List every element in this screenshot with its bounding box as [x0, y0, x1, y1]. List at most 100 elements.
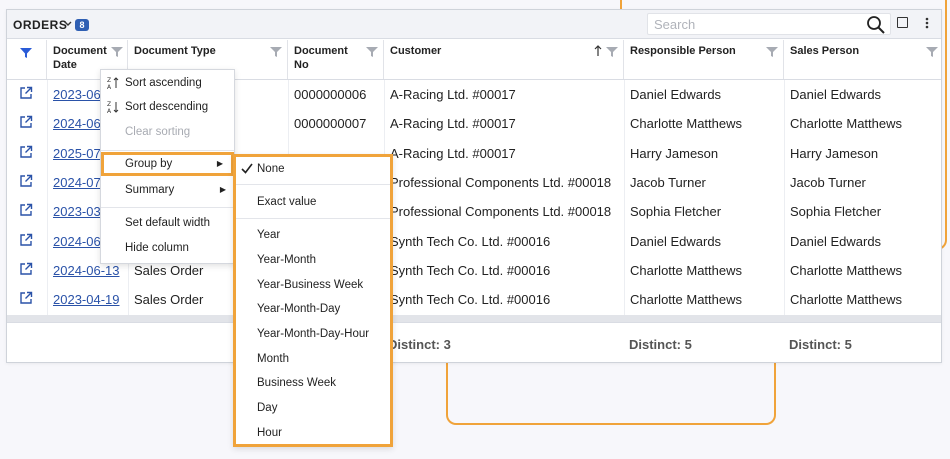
cell-customer: Synth Tech Co. Ltd. #00016: [390, 263, 551, 278]
colhead-document-no[interactable]: Document No: [288, 40, 384, 80]
cell-customer: A-Racing Ltd. #00017: [390, 87, 516, 102]
cell-document-date[interactable]: 2024-06: [53, 116, 101, 131]
cell-sales-person: Jacob Turner: [790, 175, 866, 190]
cell-customer: A-Racing Ltd. #00017: [390, 146, 516, 161]
cell-sales-person: Daniel Edwards: [790, 234, 882, 249]
menu-divider: [236, 218, 390, 219]
column-label: Document No: [294, 45, 348, 71]
column-label: Customer: [390, 45, 442, 57]
open-record-icon[interactable]: [19, 203, 33, 217]
svg-text:A: A: [107, 84, 112, 90]
filter-icon[interactable]: [111, 46, 123, 58]
menu-sort-ascending[interactable]: Z A Sort ascending: [101, 71, 234, 95]
submenu-arrow-icon: ▶: [216, 159, 223, 168]
colhead-responsible-person[interactable]: Responsible Person: [624, 40, 784, 80]
group-by-business-week[interactable]: Business Week: [236, 371, 390, 395]
column-label: Document Date: [53, 45, 107, 71]
fullscreen-icon[interactable]: [897, 17, 908, 28]
count-badge: 8: [75, 19, 89, 31]
cell-document-date[interactable]: 2023-04-19: [53, 292, 120, 307]
svg-text:Z: Z: [107, 77, 111, 84]
search-icon[interactable]: [866, 15, 886, 35]
filter-icon[interactable]: [926, 46, 938, 58]
chevron-down-icon[interactable]: [63, 17, 73, 31]
cell-sales-person: Harry Jameson: [790, 146, 879, 161]
group-by-exact-value[interactable]: Exact value: [236, 190, 390, 214]
sort-ascending-icon[interactable]: [594, 45, 602, 57]
cell-document-no: 0000000007: [294, 116, 367, 131]
cell-responsible-person: Sophia Fletcher: [630, 204, 722, 219]
cell-document-date[interactable]: 2023-06: [53, 87, 101, 102]
menu-divider: [236, 184, 390, 185]
sort-ascending-icon: Z A: [107, 77, 119, 90]
column-label: Document Type: [134, 45, 216, 57]
group-by-year-month-day[interactable]: Year-Month-Day: [236, 297, 390, 321]
cell-document-date[interactable]: 2023-03: [53, 204, 101, 219]
open-record-icon[interactable]: [19, 174, 33, 188]
open-record-icon[interactable]: [19, 115, 33, 129]
cell-responsible-person: Charlotte Matthews: [630, 292, 742, 307]
summary-customer: Distinct: 3: [388, 337, 451, 352]
menu-summary[interactable]: Summary ▶: [101, 178, 234, 202]
cell-responsible-person: Daniel Edwards: [630, 234, 722, 249]
cell-customer: Professional Components Ltd. #00018: [390, 175, 612, 190]
menu-group-by[interactable]: Group by ▶: [101, 152, 234, 176]
cell-document-date[interactable]: 2024-07: [53, 175, 101, 190]
filter-icon[interactable]: [366, 46, 378, 58]
colhead-sales-person[interactable]: Sales Person: [784, 40, 941, 80]
cell-document-date[interactable]: 2024-06: [53, 234, 101, 249]
group-by-submenu: None Exact value Year Year-Month Year-Bu…: [233, 154, 393, 447]
open-record-icon[interactable]: [19, 145, 33, 159]
open-record-icon[interactable]: [19, 291, 33, 305]
menu-sort-descending[interactable]: Z A Sort descending: [101, 95, 234, 119]
filter-icon[interactable]: [766, 46, 778, 58]
group-by-year-month[interactable]: Year-Month: [236, 248, 390, 272]
grid-title: ORDERS: [13, 18, 68, 32]
cell-responsible-person: Jacob Turner: [630, 175, 706, 190]
group-by-none[interactable]: None: [236, 157, 390, 181]
menu-clear-sorting: Clear sorting: [101, 120, 234, 144]
search-input[interactable]: [648, 14, 858, 34]
menu-hide-column[interactable]: Hide column: [101, 236, 234, 260]
cell-sales-person: Charlotte Matthews: [790, 263, 902, 278]
sort-descending-icon: Z A: [107, 101, 119, 114]
summary-sales-person: Distinct: 5: [789, 337, 852, 352]
group-by-year-business-week[interactable]: Year-Business Week: [236, 273, 390, 297]
cell-document-date[interactable]: 2024-06-13: [53, 263, 120, 278]
submenu-item-label: Year-Month-Day: [257, 303, 341, 315]
group-by-month[interactable]: Month: [236, 347, 390, 371]
submenu-arrow-icon: ▶: [219, 185, 226, 194]
cell-document-no: 0000000006: [294, 87, 367, 102]
submenu-item-label: Month: [257, 353, 289, 365]
menu-divider: [101, 207, 234, 208]
more-options-icon[interactable]: [924, 16, 930, 30]
cell-sales-person: Charlotte Matthews: [790, 116, 902, 131]
table-row[interactable]: 2023-04-19 Sales Order Synth Tech Co. Ltd.…: [7, 285, 941, 314]
group-by-hour[interactable]: Hour: [236, 421, 390, 445]
colhead-filter[interactable]: [7, 40, 47, 80]
menu-item-label: Clear sorting: [125, 126, 191, 138]
horizontal-scrollbar[interactable]: [7, 315, 941, 322]
group-by-day[interactable]: Day: [236, 396, 390, 420]
menu-set-default-width[interactable]: Set default width: [101, 211, 234, 235]
filter-icon[interactable]: [606, 46, 618, 58]
cell-customer: A-Racing Ltd. #00017: [390, 116, 516, 131]
cell-customer: Professional Components Ltd. #00018: [390, 204, 612, 219]
filter-active-icon[interactable]: [19, 46, 33, 60]
submenu-item-label: Exact value: [257, 196, 317, 208]
colhead-customer[interactable]: Customer: [384, 40, 624, 80]
cell-customer: Synth Tech Co. Ltd. #00016: [390, 234, 551, 249]
group-by-year[interactable]: Year: [236, 223, 390, 247]
submenu-item-label: None: [257, 163, 285, 175]
cell-sales-person: Sophia Fletcher: [790, 204, 882, 219]
check-icon: [241, 163, 253, 174]
filter-icon[interactable]: [270, 46, 282, 58]
open-record-icon[interactable]: [19, 262, 33, 276]
cell-document-date[interactable]: 2025-07: [53, 146, 101, 161]
cell-sales-person: Charlotte Matthews: [790, 292, 902, 307]
svg-text:A: A: [107, 108, 112, 114]
open-record-icon[interactable]: [19, 233, 33, 247]
search-box[interactable]: [647, 13, 891, 35]
open-record-icon[interactable]: [19, 86, 33, 100]
group-by-year-month-day-hour[interactable]: Year-Month-Day-Hour: [236, 322, 390, 346]
